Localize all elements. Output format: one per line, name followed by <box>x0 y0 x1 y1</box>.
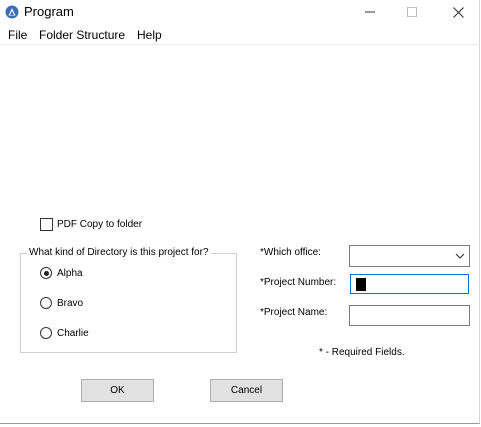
required-fields-note: * - Required Fields. <box>319 347 405 358</box>
project-name-input[interactable] <box>349 305 470 326</box>
radio-charlie[interactable] <box>40 327 52 339</box>
pdf-copy-label[interactable]: PDF Copy to folder <box>57 219 142 231</box>
close-icon <box>452 6 464 18</box>
title-bar[interactable]: Program <box>0 0 480 24</box>
menu-bar: File Folder Structure Help <box>0 26 480 44</box>
radio-alpha-label[interactable]: Alpha <box>57 268 83 280</box>
radio-charlie-label[interactable]: Charlie <box>57 328 89 340</box>
text-cursor <box>356 278 366 291</box>
radio-selected-dot <box>43 270 49 276</box>
radio-bravo-label[interactable]: Bravo <box>57 298 83 310</box>
close-button[interactable] <box>440 0 476 24</box>
cancel-button[interactable]: Cancel <box>210 379 283 402</box>
project-name-label: *Project Name: <box>260 307 328 318</box>
radio-bravo[interactable] <box>40 297 52 309</box>
directory-group-title: What kind of Directory is this project f… <box>27 247 211 259</box>
menu-file[interactable]: File <box>8 28 27 42</box>
radio-alpha[interactable] <box>40 267 52 279</box>
minimize-button[interactable] <box>352 0 388 24</box>
project-number-label: *Project Number: <box>260 277 337 288</box>
project-number-input[interactable] <box>350 274 469 294</box>
menu-help[interactable]: Help <box>137 28 162 42</box>
chevron-down-icon <box>455 253 465 259</box>
ok-button[interactable]: OK <box>81 379 154 402</box>
window-title: Program <box>24 4 74 19</box>
maximize-icon <box>407 7 417 17</box>
pdf-copy-checkbox[interactable] <box>40 218 53 231</box>
app-icon <box>5 5 19 19</box>
office-select[interactable] <box>349 245 470 267</box>
program-window: Program File Folder Structure Help PDF C… <box>0 0 480 424</box>
directory-groupbox <box>20 253 237 353</box>
office-label: *Which office: <box>260 247 321 258</box>
maximize-button[interactable] <box>394 0 430 24</box>
menu-divider <box>0 44 480 45</box>
menu-folder-structure[interactable]: Folder Structure <box>39 28 125 42</box>
minimize-icon <box>365 11 375 13</box>
